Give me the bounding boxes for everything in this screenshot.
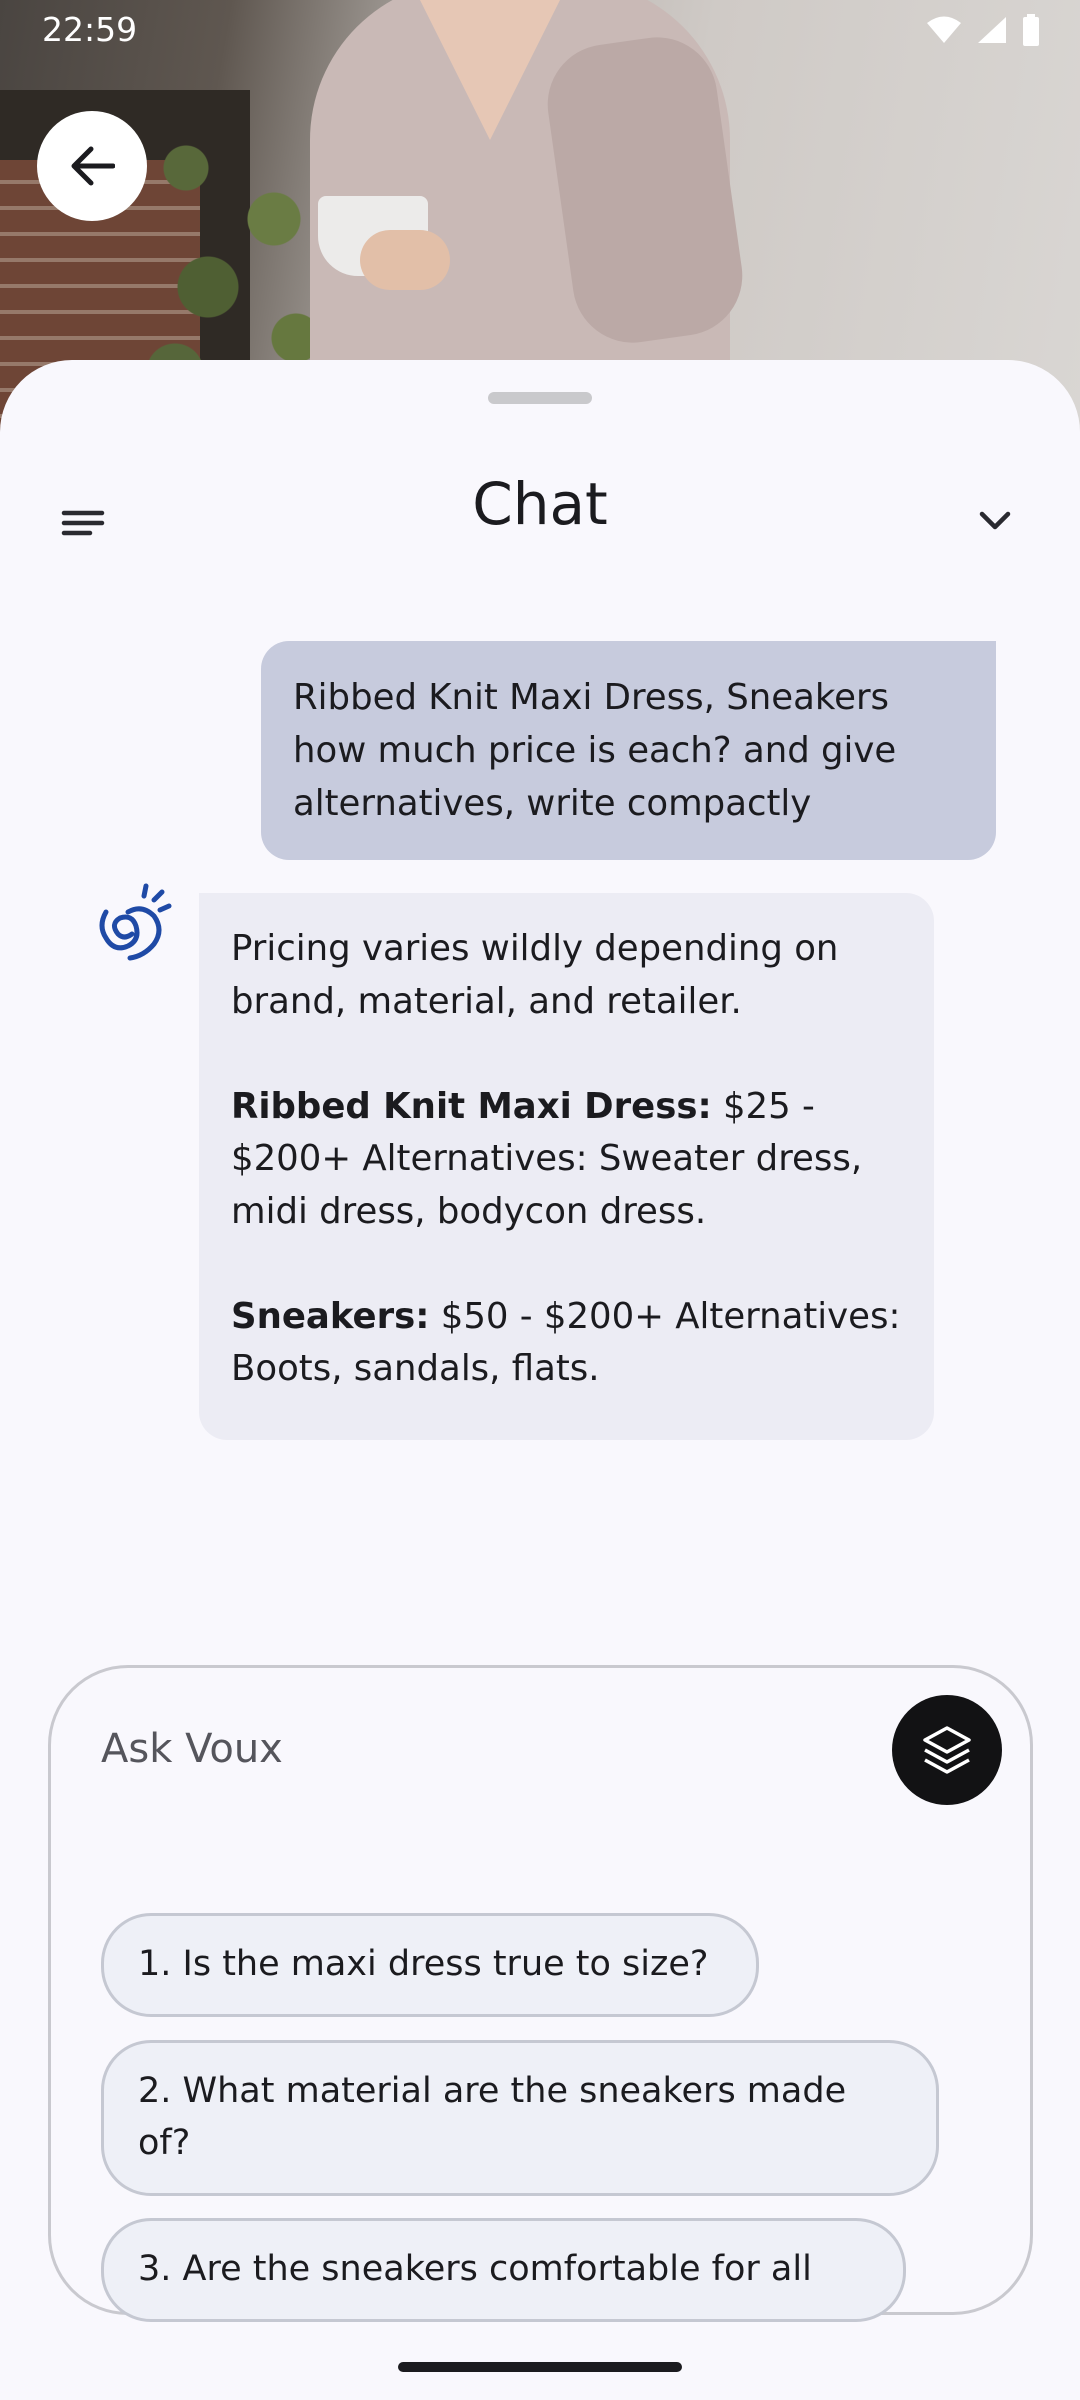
suggestion-chip[interactable]: 3. Are the sneakers comfortable for all <box>101 2218 906 2322</box>
wifi-icon <box>927 16 961 43</box>
suggestion-chip[interactable]: 1. Is the maxi dress true to size? <box>101 1913 759 2017</box>
photo-hand <box>360 230 450 290</box>
composer: Ask Voux 1. Is the maxi dress true to si… <box>48 1665 1033 2322</box>
home-indicator[interactable] <box>398 2362 682 2372</box>
back-button[interactable] <box>37 111 147 221</box>
item-label-dress: Ribbed Knit Maxi Dress: <box>231 1085 712 1127</box>
chat-sheet: Chat Ribbed Knit Maxi Dress, Sneakers ho… <box>0 360 1080 2400</box>
bot-avatar <box>92 882 172 966</box>
chevron-down-icon <box>979 511 1011 530</box>
bot-message: Pricing varies wildly depending on brand… <box>199 893 934 1440</box>
layers-icon <box>923 1726 971 1774</box>
ask-input[interactable]: Ask Voux <box>101 1726 283 1772</box>
voux-logo-icon <box>99 883 172 961</box>
arrow-left-icon <box>71 146 115 186</box>
page-title: Chat <box>472 470 608 538</box>
drag-handle[interactable] <box>488 392 592 404</box>
user-message: Ribbed Knit Maxi Dress, Sneakers how muc… <box>261 641 996 860</box>
bot-message-intro: Pricing varies wildly depending on brand… <box>231 928 839 1022</box>
screen: 22:59 Chat Ribbed Knit Maxi Dress, Sneak… <box>0 0 1080 2400</box>
layers-button[interactable] <box>892 1695 1002 1805</box>
bot-message-item-sneakers: Sneakers: $50 - $200+ Alternatives: Boot… <box>231 1291 902 1396</box>
collapse-button[interactable] <box>972 498 1018 544</box>
status-time: 22:59 <box>42 10 138 49</box>
bot-message-item-dress: Ribbed Knit Maxi Dress: $25 - $200+ Alte… <box>231 1081 902 1239</box>
status-icons <box>926 14 1040 46</box>
signal-icon <box>978 17 1006 43</box>
item-label-sneakers: Sneakers: <box>231 1295 430 1337</box>
status-bar: 22:59 <box>0 0 1080 60</box>
suggestion-chip[interactable]: 2. What material are the sneakers made o… <box>101 2040 939 2196</box>
battery-icon <box>1023 14 1039 46</box>
